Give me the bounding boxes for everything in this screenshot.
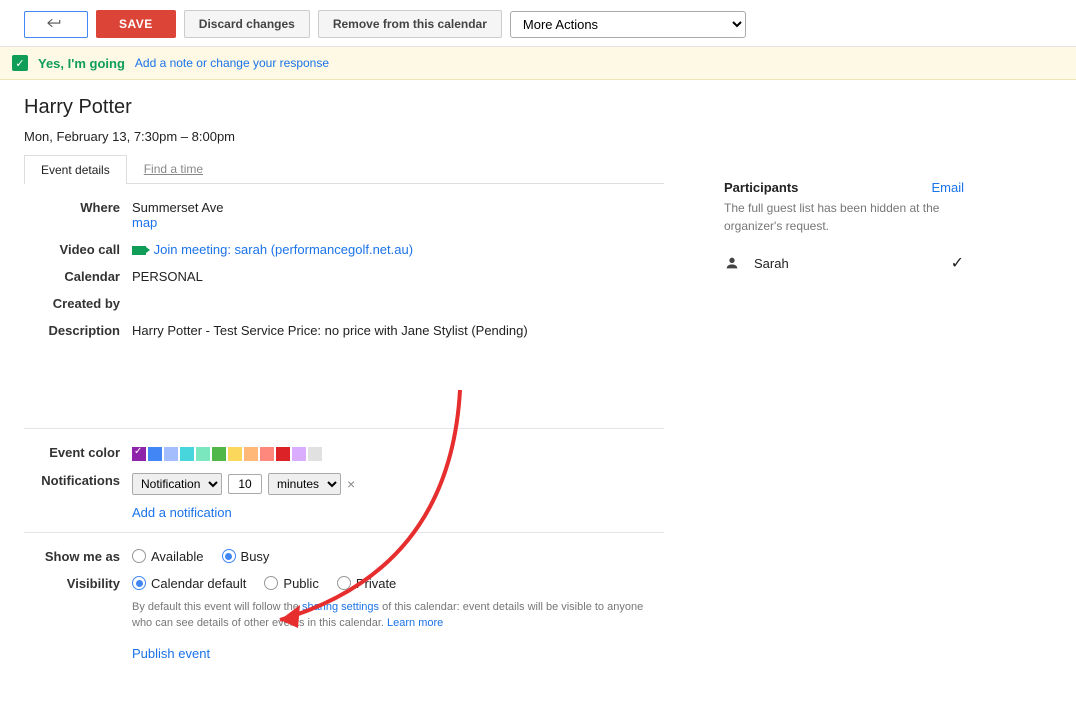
- rsvp-status: Yes, I'm going: [38, 56, 125, 71]
- notifications-label: Notifications: [24, 473, 132, 520]
- color-swatch[interactable]: [164, 447, 178, 461]
- guest-row: Sarah ✓: [724, 253, 964, 273]
- calendar-value: PERSONAL: [132, 269, 664, 284]
- createdby-value: [132, 296, 664, 311]
- map-link[interactable]: map: [132, 215, 157, 230]
- tab-event-details[interactable]: Event details: [24, 155, 127, 184]
- rsvp-bar: ✓ Yes, I'm going Add a note or change yo…: [0, 47, 1076, 80]
- event-title: Harry Potter: [24, 96, 664, 119]
- radio-icon: [337, 576, 351, 590]
- videocall-label: Video call: [24, 242, 132, 257]
- radio-icon: [132, 576, 146, 590]
- color-swatch[interactable]: [132, 447, 146, 461]
- color-swatch[interactable]: [148, 447, 162, 461]
- where-label: Where: [24, 200, 132, 230]
- check-icon: ✓: [12, 55, 28, 71]
- notification-amount-input[interactable]: [228, 474, 262, 494]
- description-label: Description: [24, 323, 132, 338]
- color-swatch[interactable]: [260, 447, 274, 461]
- tabs: Event details Find a time: [24, 154, 664, 184]
- publish-event-link[interactable]: Publish event: [132, 646, 210, 661]
- radio-icon: [132, 549, 146, 563]
- participants-title: Participants: [724, 180, 798, 195]
- color-swatch[interactable]: [244, 447, 258, 461]
- back-button[interactable]: [24, 11, 88, 38]
- learn-more-link[interactable]: Learn more: [387, 617, 443, 629]
- add-notification-link[interactable]: Add a notification: [132, 505, 232, 520]
- show-busy-radio[interactable]: Busy: [222, 549, 270, 564]
- eventcolor-label: Event color: [24, 445, 132, 461]
- color-swatch[interactable]: [308, 447, 322, 461]
- remove-button[interactable]: Remove from this calendar: [318, 10, 502, 38]
- color-swatch[interactable]: [196, 447, 210, 461]
- more-actions-select[interactable]: More Actions: [510, 11, 746, 38]
- color-swatch[interactable]: [228, 447, 242, 461]
- visibility-private-radio[interactable]: Private: [337, 576, 396, 591]
- where-address: Summerset Ave: [132, 200, 664, 215]
- guest-list-hidden-note: The full guest list has been hidden at t…: [724, 199, 964, 235]
- discard-button[interactable]: Discard changes: [184, 10, 310, 38]
- main-panel: Harry Potter Mon, February 13, 7:30pm – …: [24, 96, 664, 689]
- radio-icon: [222, 549, 236, 563]
- email-guests-link[interactable]: Email: [931, 180, 964, 195]
- rsvp-change-link[interactable]: Add a note or change your response: [135, 56, 329, 70]
- visibility-note: By default this event will follow the sh…: [132, 599, 652, 632]
- color-swatch[interactable]: [180, 447, 194, 461]
- createdby-label: Created by: [24, 296, 132, 311]
- toolbar: SAVE Discard changes Remove from this ca…: [0, 0, 1076, 47]
- save-button[interactable]: SAVE: [96, 10, 176, 38]
- guest-name: Sarah: [754, 256, 789, 271]
- notification-unit-select[interactable]: minutes: [268, 473, 341, 495]
- notification-remove-icon[interactable]: ×: [347, 476, 355, 492]
- showmeas-label: Show me as: [24, 549, 132, 564]
- color-swatch[interactable]: [212, 447, 226, 461]
- visibility-default-radio[interactable]: Calendar default: [132, 576, 246, 591]
- show-available-radio[interactable]: Available: [132, 549, 204, 564]
- color-swatch[interactable]: [276, 447, 290, 461]
- event-datetime: Mon, February 13, 7:30pm – 8:00pm: [24, 129, 664, 144]
- notification-type-select[interactable]: Notification: [132, 473, 222, 495]
- visibility-public-radio[interactable]: Public: [264, 576, 318, 591]
- description-value: Harry Potter - Test Service Price: no pr…: [132, 323, 664, 338]
- sharing-settings-link[interactable]: sharing settings: [302, 601, 379, 613]
- visibility-label: Visibility: [24, 576, 132, 661]
- guest-accepted-icon: ✓: [951, 253, 964, 273]
- color-swatch[interactable]: [292, 447, 306, 461]
- video-icon: [132, 246, 146, 255]
- radio-icon: [264, 576, 278, 590]
- calendar-label: Calendar: [24, 269, 132, 284]
- join-meeting-link[interactable]: Join meeting: sarah (performancegolf.net…: [154, 242, 413, 257]
- participants-panel: Participants Email The full guest list h…: [724, 96, 964, 689]
- back-arrow-icon: [47, 17, 65, 29]
- tab-find-time[interactable]: Find a time: [127, 154, 220, 183]
- color-swatches: [132, 445, 664, 461]
- person-icon: [724, 255, 740, 271]
